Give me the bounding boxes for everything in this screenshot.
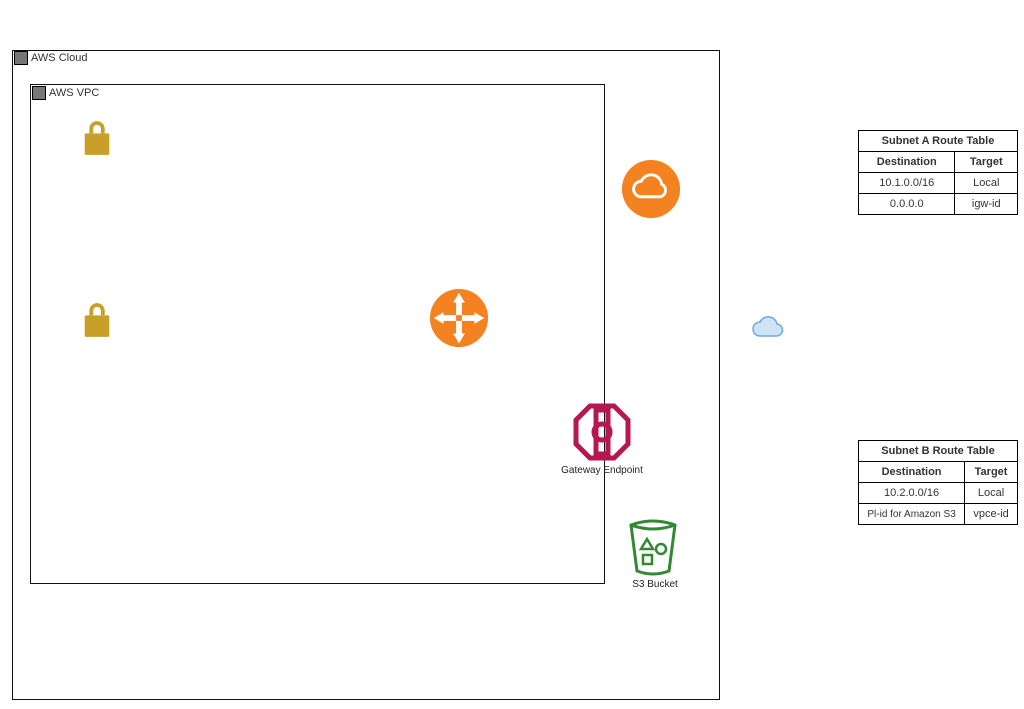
rta-header-dest: Destination (859, 152, 955, 173)
aws-vpc-group: AWS VPC (30, 84, 605, 584)
lock-icon (78, 300, 116, 340)
router-icon (428, 287, 490, 349)
rtb-header-dest: Destination (859, 462, 965, 483)
route-table-a: Subnet A Route Table Destination Target … (858, 130, 1018, 215)
table-row: 10.1.0.0/16 Local (859, 173, 1018, 194)
s3-bucket-label: S3 Bucket (595, 579, 715, 590)
aws-cloud-label: AWS Cloud (31, 52, 87, 64)
route-table-b: Subnet B Route Table Destination Target … (858, 440, 1018, 525)
aws-cloud-tab: AWS Cloud (12, 49, 91, 67)
rta-target-1: igw-id (955, 194, 1018, 215)
rta-dest-0: 10.1.0.0/16 (859, 173, 955, 194)
aws-vpc-label: AWS VPC (49, 87, 99, 99)
table-row: 0.0.0.0 igw-id (859, 194, 1018, 215)
lock-icon (78, 118, 116, 158)
cloud-cube-icon (14, 51, 28, 65)
table-row: Pl-id for Amazon S3 vpce-id (859, 504, 1018, 525)
rta-target-0: Local (955, 173, 1018, 194)
internet-gateway-icon (620, 158, 682, 220)
rta-header-target: Target (955, 152, 1018, 173)
s3-bucket-icon (625, 515, 681, 577)
table-row: 10.2.0.0/16 Local (859, 483, 1018, 504)
rtb-dest-0: 10.2.0.0/16 (859, 483, 965, 504)
diagram-canvas: AWS Cloud AWS VPC (0, 0, 1024, 709)
internet-cloud-icon (748, 312, 792, 342)
rtb-target-1: vpce-id (965, 504, 1018, 525)
route-table-a-title: Subnet A Route Table (859, 131, 1018, 152)
rtb-target-0: Local (965, 483, 1018, 504)
rtb-header-target: Target (965, 462, 1018, 483)
rtb-dest-1: Pl-id for Amazon S3 (859, 504, 965, 525)
route-table-b-title: Subnet B Route Table (859, 441, 1018, 462)
aws-vpc-tab: AWS VPC (30, 84, 103, 102)
gateway-endpoint-icon (570, 400, 634, 464)
vpc-cube-icon (32, 86, 46, 100)
gateway-endpoint-label: Gateway Endpoint (542, 465, 662, 476)
rta-dest-1: 0.0.0.0 (859, 194, 955, 215)
